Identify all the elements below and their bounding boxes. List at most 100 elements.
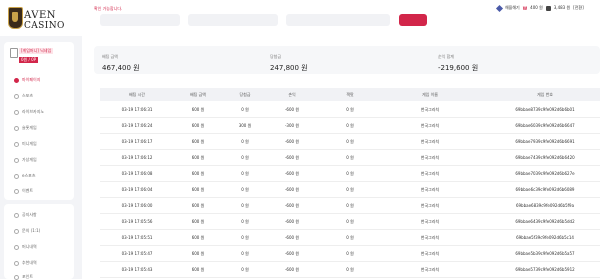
column-header-jackpot: 잭팟	[346, 92, 354, 97]
shield-icon	[8, 7, 23, 29]
column-header-profit: 손익	[288, 92, 296, 97]
points-value: 400 원	[530, 5, 543, 10]
cell-winnings: 300 원	[238, 123, 252, 128]
cell-winnings: 0 원	[241, 139, 249, 144]
cell-jackpot: 0 원	[346, 155, 354, 160]
sidebar-item-inquiry[interactable]: 문의 (1:1)	[14, 228, 40, 234]
table-row[interactable]: 03-19 17:05:43 600 원 0 원 -600 원 0 원 천국그라치 69bb…	[100, 261, 600, 278]
sidebar-item-virtual-game[interactable]: 가상게임	[14, 157, 37, 163]
cell-game-name: 천국그라치	[420, 123, 440, 128]
cell-game-id: 69bbae6839c9fe092d6b5f9a	[515, 203, 575, 208]
cell-game-name: 천국그라치	[420, 187, 440, 192]
cell-game-name: 천국그라치	[420, 219, 440, 224]
cell-winnings: 0 원	[241, 171, 249, 176]
cell-bet-amount: 600 원	[191, 171, 205, 176]
rank-label: 해을해기	[505, 5, 520, 10]
sports-icon	[14, 93, 19, 99]
sidebar-item-label: 공지사항	[22, 212, 37, 217]
sidebar-item-slot[interactable]: 슬롯게임	[14, 125, 37, 131]
table-row[interactable]: 03-19 17:06:31 600 원 0 원 -600 원 0 원 천국그라치 69bb…	[100, 101, 600, 118]
cell-game-id: 69bbae7439c9fe092d6b6420	[515, 155, 575, 160]
cell-bet-time: 03-19 17:06:24	[121, 123, 153, 128]
sidebar-item-label: e스포츠	[22, 173, 36, 178]
sidebar-item-referral[interactable]: 추천내역	[14, 260, 37, 266]
points-w-icon: W	[522, 5, 528, 11]
cell-profit: -600 원	[284, 267, 300, 272]
column-header-bet-time: 배팅 시간	[129, 92, 145, 97]
cell-game-name: 천국그라치	[420, 251, 440, 256]
cell-game-id: 69bbae5f39c9fe092d6b5c14	[516, 235, 574, 240]
betting-summary: 배팅 금액 467,400 원 당첨금 247,800 원 순익 합계 -219…	[94, 46, 600, 74]
table-row[interactable]: 03-19 17:05:51 600 원 0 원 -600 원 0 원 천국그라치 69bb…	[100, 229, 600, 246]
sidebar-item-money-history[interactable]: 머니내역	[14, 244, 37, 250]
brand-logo[interactable]: AVEN CASINO	[4, 4, 74, 34]
cell-bet-amount: 600 원	[191, 235, 205, 240]
sidebar-item-label: 가상게임	[22, 157, 37, 162]
sidebar-item-point[interactable]: 포인트	[14, 274, 33, 280]
sidebar-item-label: 추천내역	[22, 260, 37, 265]
cell-winnings: 0 원	[241, 251, 249, 256]
cell-jackpot: 0 원	[346, 267, 354, 272]
sidebar-item-label: 포인트	[22, 274, 34, 279]
sidebar-item-label: 머니내역	[22, 244, 37, 249]
sidebar-item-label: 문의 (1:1)	[22, 228, 41, 233]
sidebar-item-esports[interactable]: e스포츠	[14, 173, 36, 179]
sidebar-item-mypage[interactable]: 마이페이지	[14, 77, 40, 83]
cell-bet-amount: 600 원	[191, 155, 205, 160]
cell-bet-time: 03-19 17:06:31	[121, 107, 153, 112]
cell-profit: -600 원	[284, 251, 300, 256]
cell-winnings: 0 원	[241, 235, 249, 240]
table-row[interactable]: 03-19 17:05:56 600 원 0 원 -600 원 0 원 천국그라치 69bb…	[100, 213, 600, 230]
cell-game-id: 69bbae7039c9fe092d6b627e	[515, 171, 575, 176]
cell-bet-amount: 600 원	[191, 251, 205, 256]
cell-game-name: 천국그라치	[420, 107, 440, 112]
cell-jackpot: 0 원	[346, 219, 354, 224]
cell-bet-time: 03-19 17:05:47	[121, 251, 153, 256]
filter-field-3[interactable]	[286, 14, 390, 26]
sidebar-item-sports[interactable]: 스포츠	[14, 93, 33, 99]
mini-game-icon	[14, 141, 19, 147]
table-row[interactable]: 03-19 17:06:04 600 원 0 원 -600 원 0 원 천국그라치 69bb…	[100, 181, 600, 198]
brand-line-2: CASINO	[24, 21, 65, 31]
cell-bet-time: 03-19 17:06:08	[121, 171, 153, 176]
sidebar-item-label: 이벤트	[22, 188, 34, 193]
cell-bet-time: 03-19 17:06:04	[121, 187, 153, 192]
table-row[interactable]: 03-19 17:06:00 600 원 0 원 -600 원 0 원 천국그라치 69bb…	[100, 197, 600, 214]
summary-label: 당첨금	[270, 54, 282, 59]
summary-label: 순익 합계	[438, 54, 454, 59]
summary-net-profit: 순익 합계 -219,600 원	[438, 54, 478, 73]
cell-game-name: 천국그라치	[420, 235, 440, 240]
virtual-game-icon	[14, 157, 19, 163]
table-row[interactable]: 03-19 17:06:17 600 원 0 원 -600 원 0 원 천국그라치 69bb…	[100, 133, 600, 150]
summary-bet-amount: 배팅 금액 467,400 원	[102, 54, 140, 73]
column-header-game-id: 게임 번호	[537, 92, 553, 97]
sidebar-item-label: 미니게임	[22, 141, 37, 146]
filter-field-2[interactable]	[188, 14, 278, 26]
cell-bet-time: 03-19 17:05:56	[121, 219, 153, 224]
cell-bet-amount: 600 원	[191, 139, 205, 144]
search-button[interactable]	[399, 14, 427, 26]
cell-profit: -600 원	[284, 139, 300, 144]
cash-value: 3,483 원	[553, 5, 571, 10]
filter-field-1[interactable]	[100, 14, 180, 26]
cell-winnings: 0 원	[241, 107, 249, 112]
cell-game-name: 천국그라치	[420, 139, 440, 144]
cell-game-id: 69bbae6439c9fe092d6b5dd2	[515, 219, 575, 224]
cell-game-name: 천국그라치	[420, 155, 440, 160]
cell-game-name: 천국그라치	[420, 203, 440, 208]
sidebar-item-event[interactable]: 이벤트	[14, 188, 33, 194]
cell-profit: -300 원	[284, 123, 300, 128]
table-row[interactable]: 03-19 17:06:24 600 원 300 원 -300 원 0 원 천국그라치 69…	[100, 117, 600, 134]
cell-bet-time: 03-19 17:06:12	[121, 155, 153, 160]
table-row[interactable]: 03-19 17:05:47 600 원 0 원 -600 원 0 원 천국그라치 69bb…	[100, 245, 600, 262]
sidebar-item-notice[interactable]: 공지사항	[14, 212, 37, 218]
cell-bet-time: 03-19 17:06:00	[121, 203, 153, 208]
table-row[interactable]: 03-19 17:06:08 600 원 0 원 -600 원 0 원 천국그라치 69bb…	[100, 165, 600, 182]
cell-game-id: 69bbae6039c9fe092d6b6647	[515, 123, 575, 128]
table-row[interactable]: 03-19 17:06:12 600 원 0 원 -600 원 0 원 천국그라치 69bb…	[100, 149, 600, 166]
cell-game-name: 천국그라치	[420, 267, 440, 272]
convert-link[interactable]: [전환]	[573, 5, 583, 11]
cell-bet-amount: 600 원	[191, 267, 205, 272]
sidebar-item-mini-game[interactable]: 미니게임	[14, 141, 37, 147]
sidebar-item-live-casino[interactable]: 라이브카지노	[14, 109, 44, 115]
